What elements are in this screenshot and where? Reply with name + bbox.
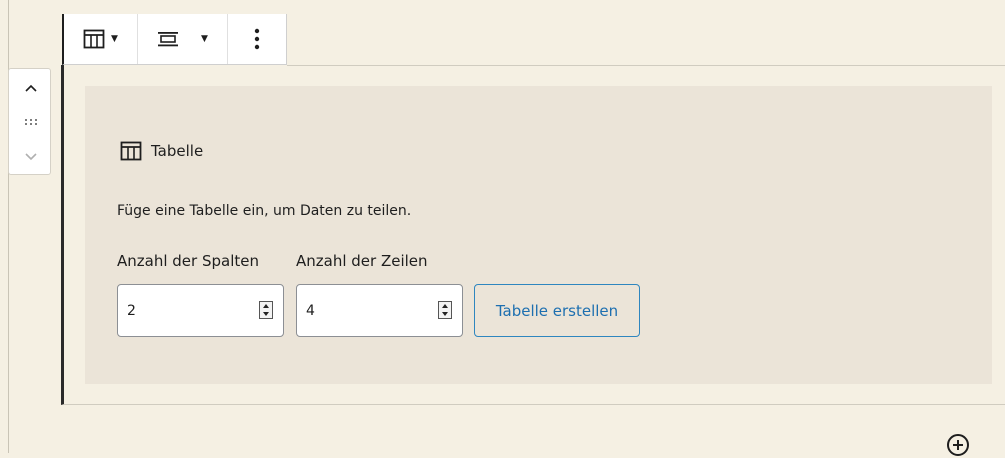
rows-label: Anzahl der Zeilen <box>296 252 428 270</box>
create-table-button[interactable]: Tabelle erstellen <box>474 284 640 337</box>
columns-spinner[interactable] <box>259 301 273 319</box>
rows-value: 4 <box>306 302 315 319</box>
columns-input[interactable]: 2 <box>117 284 284 337</box>
plus-circle-icon[interactable] <box>945 432 971 458</box>
more-options-button[interactable] <box>228 14 287 64</box>
change-block-type-button[interactable]: ▼ <box>64 14 138 64</box>
move-down-button[interactable] <box>9 143 52 169</box>
columns-label: Anzahl der Spalten <box>117 252 259 270</box>
drag-handle-icon <box>24 119 37 125</box>
table-placeholder: Tabelle Füge eine Tabelle ein, um Daten … <box>85 86 992 384</box>
rows-input[interactable]: 4 <box>296 284 463 337</box>
columns-value: 2 <box>127 302 136 319</box>
caret-down-icon: ▼ <box>111 34 118 44</box>
table-icon <box>83 29 105 49</box>
move-up-button[interactable] <box>9 75 52 101</box>
chevron-down-icon <box>24 153 37 161</box>
caret-down-icon: ▼ <box>201 34 208 44</box>
placeholder-description: Füge eine Tabelle ein, um Daten zu teile… <box>117 203 412 219</box>
rows-spinner[interactable] <box>438 301 452 319</box>
block-toolbar: ▼ ▼ <box>62 14 287 65</box>
align-center-icon <box>158 32 179 47</box>
placeholder-header: Tabelle <box>120 141 203 161</box>
table-icon <box>120 141 142 161</box>
placeholder-title: Tabelle <box>151 142 204 160</box>
block-mover <box>8 68 51 175</box>
align-button[interactable]: ▼ <box>138 14 228 64</box>
more-vertical-icon <box>254 28 260 50</box>
chevron-up-icon <box>24 84 37 92</box>
drag-handle[interactable] <box>9 109 52 135</box>
